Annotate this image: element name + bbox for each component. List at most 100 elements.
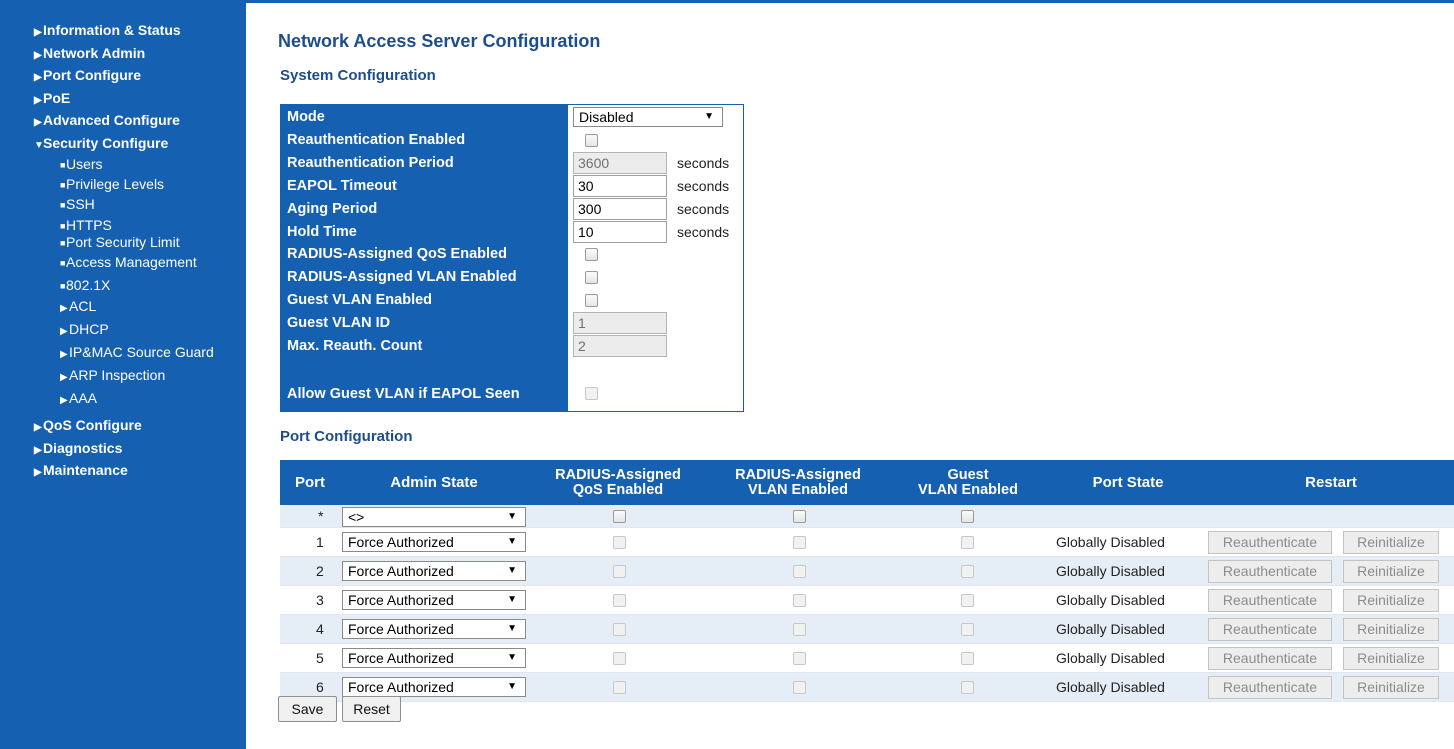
- reinitialize-button[interactable]: Reinitialize: [1343, 560, 1439, 583]
- sidebar-subitem-https[interactable]: ■HTTPS: [0, 215, 246, 235]
- sidebar-item-advanced-configure[interactable]: ▶Advanced Configure: [0, 109, 246, 132]
- hold-time-unit: seconds: [677, 223, 730, 240]
- port-config-title: Port Configuration: [280, 428, 413, 445]
- max-reauth-label: Max. Reauth. Count: [287, 338, 423, 354]
- header-radius-vlan: RADIUS-Assigned VLAN Enabled: [708, 460, 888, 505]
- port-state: Globally Disabled: [1056, 592, 1165, 608]
- mode-row: Mode Disabled ▼: [281, 106, 743, 129]
- sidebar-subitem-port-security-limit[interactable]: ■Port Security Limit: [0, 234, 246, 255]
- sidebar-subitem-ssh[interactable]: ■SSH: [0, 194, 246, 214]
- radius-vlan-checkbox[interactable]: [793, 623, 806, 636]
- sidebar-subitem-label: AAA: [69, 390, 98, 407]
- radius-vlan-checkbox[interactable]: [585, 271, 598, 285]
- admin-state-select[interactable]: Force Authorized ▼: [342, 590, 526, 610]
- admin-state-select[interactable]: Force Authorized ▼: [342, 619, 526, 639]
- reauth-period-input[interactable]: 3600: [573, 151, 667, 174]
- header-guest-vlan-line1: Guest: [947, 466, 989, 483]
- reauthenticate-button[interactable]: Reauthenticate: [1208, 589, 1332, 612]
- sidebar-item-qos-configure[interactable]: ▶QoS Configure: [0, 414, 246, 437]
- sidebar-subitem-users[interactable]: ■Users: [0, 154, 246, 174]
- radius-vlan-checkbox[interactable]: [793, 594, 806, 607]
- eapol-timeout-input[interactable]: 30: [573, 174, 667, 197]
- guest-vlan-checkbox[interactable]: [961, 623, 974, 636]
- triangle-right-icon: ▶: [60, 303, 68, 315]
- hold-time-input[interactable]: 10: [573, 220, 667, 243]
- sidebar-item-label: Advanced Configure: [43, 112, 180, 128]
- reinitialize-button[interactable]: Reinitialize: [1343, 531, 1439, 554]
- admin-state-select[interactable]: Force Authorized ▼: [342, 648, 526, 668]
- triangle-right-icon: ▶: [60, 372, 68, 384]
- reset-button[interactable]: Reset: [342, 696, 401, 722]
- guest-vlan-checkbox[interactable]: [961, 510, 974, 523]
- guest-vlan-id-input[interactable]: 1: [573, 312, 667, 335]
- sidebar-subitem-acl[interactable]: ▶ACL: [0, 295, 246, 318]
- sidebar-subitem-arp-inspection[interactable]: ▶ARP Inspection: [0, 364, 246, 387]
- reauthenticate-button[interactable]: Reauthenticate: [1208, 560, 1332, 583]
- admin-state-select[interactable]: Force Authorized ▼: [342, 561, 526, 581]
- sidebar-item-maintenance[interactable]: ▶Maintenance: [0, 459, 246, 482]
- reauth-enabled-checkbox[interactable]: [585, 133, 598, 147]
- radius-qos-checkbox[interactable]: [613, 681, 626, 694]
- mode-select[interactable]: Disabled ▼: [573, 107, 723, 127]
- radius-vlan-checkbox[interactable]: [793, 652, 806, 665]
- sidebar-item-diagnostics[interactable]: ▶Diagnostics: [0, 437, 246, 460]
- radius-vlan-checkbox[interactable]: [793, 536, 806, 549]
- reauthenticate-button[interactable]: Reauthenticate: [1208, 531, 1332, 554]
- sidebar-item-label: Diagnostics: [43, 439, 123, 456]
- reinitialize-button[interactable]: Reinitialize: [1343, 618, 1439, 641]
- save-button[interactable]: Save: [278, 696, 337, 722]
- chevron-down-icon: ▼: [507, 536, 517, 547]
- triangle-right-icon: ▶: [60, 349, 68, 361]
- admin-state-select[interactable]: <> ▼: [342, 507, 526, 527]
- aging-period-input[interactable]: 300: [573, 197, 667, 220]
- radius-qos-checkbox[interactable]: [613, 565, 626, 578]
- radius-qos-checkbox[interactable]: [613, 536, 626, 549]
- admin-state-select[interactable]: Force Authorized ▼: [342, 532, 526, 552]
- aging-period-row: Aging Period 300 seconds: [281, 197, 743, 221]
- guest-vlan-checkbox[interactable]: [961, 681, 974, 694]
- radius-vlan-checkbox[interactable]: [793, 565, 806, 578]
- sidebar-subitem-ip-mac-source-guard[interactable]: ▶IP&MAC Source Guard: [0, 341, 246, 364]
- radius-qos-checkbox[interactable]: [613, 510, 626, 523]
- port-row-6: 6 Force Authorized ▼ Globally Disabled Re…: [280, 673, 1454, 702]
- sidebar-item-network-admin[interactable]: ▶Network Admin: [0, 42, 246, 65]
- port-state: Globally Disabled: [1056, 534, 1165, 550]
- admin-state-value: Force Authorized: [348, 621, 454, 637]
- radius-qos-checkbox[interactable]: [585, 248, 598, 262]
- sidebar-item-security-configure[interactable]: ▼Security Configure: [0, 132, 246, 155]
- sidebar-subitem-privilege-levels[interactable]: ■Privilege Levels: [0, 174, 246, 194]
- max-reauth-input[interactable]: 2: [573, 335, 667, 357]
- radius-vlan-checkbox[interactable]: [793, 681, 806, 694]
- admin-state-select[interactable]: Force Authorized ▼: [342, 677, 526, 697]
- reinitialize-button[interactable]: Reinitialize: [1343, 589, 1439, 612]
- sidebar-subitem-8021x[interactable]: ■802.1X: [0, 275, 246, 295]
- radius-qos-checkbox[interactable]: [613, 594, 626, 607]
- triangle-right-icon: ▶: [60, 326, 68, 338]
- radius-vlan-checkbox[interactable]: [793, 510, 806, 523]
- admin-state-value: Force Authorized: [348, 563, 454, 579]
- reauthenticate-button[interactable]: Reauthenticate: [1208, 618, 1332, 641]
- guest-vlan-checkbox[interactable]: [961, 536, 974, 549]
- sidebar-item-port-configure[interactable]: ▶Port Configure: [0, 64, 246, 87]
- guest-vlan-checkbox[interactable]: [961, 565, 974, 578]
- reauthenticate-button[interactable]: Reauthenticate: [1208, 647, 1332, 670]
- guest-vlan-enabled-checkbox[interactable]: [585, 294, 598, 308]
- reauth-period-unit: seconds: [677, 154, 730, 171]
- reinitialize-button[interactable]: Reinitialize: [1343, 676, 1439, 699]
- sidebar-subitem-aaa[interactable]: ▶AAA: [0, 387, 246, 410]
- reinitialize-button[interactable]: Reinitialize: [1343, 647, 1439, 670]
- sidebar-subitem-access-management[interactable]: ■Access Management: [0, 254, 246, 275]
- guest-vlan-checkbox[interactable]: [961, 652, 974, 665]
- radius-vlan-row: RADIUS-Assigned VLAN Enabled: [281, 266, 743, 289]
- allow-guest-checkbox[interactable]: [585, 387, 598, 400]
- sidebar-item-information-status[interactable]: ▶Information & Status: [0, 19, 246, 42]
- aging-period-label: Aging Period: [287, 200, 378, 217]
- reauthenticate-button[interactable]: Reauthenticate: [1208, 676, 1332, 699]
- guest-vlan-id-row: Guest VLAN ID 1: [281, 312, 743, 335]
- radius-qos-checkbox[interactable]: [613, 652, 626, 665]
- guest-vlan-checkbox[interactable]: [961, 594, 974, 607]
- sidebar-subitem-dhcp[interactable]: ▶DHCP: [0, 318, 246, 341]
- reauth-enabled-label: Reauthentication Enabled: [287, 131, 466, 148]
- radius-qos-checkbox[interactable]: [613, 623, 626, 636]
- sidebar-item-poe[interactable]: ▶PoE: [0, 87, 246, 110]
